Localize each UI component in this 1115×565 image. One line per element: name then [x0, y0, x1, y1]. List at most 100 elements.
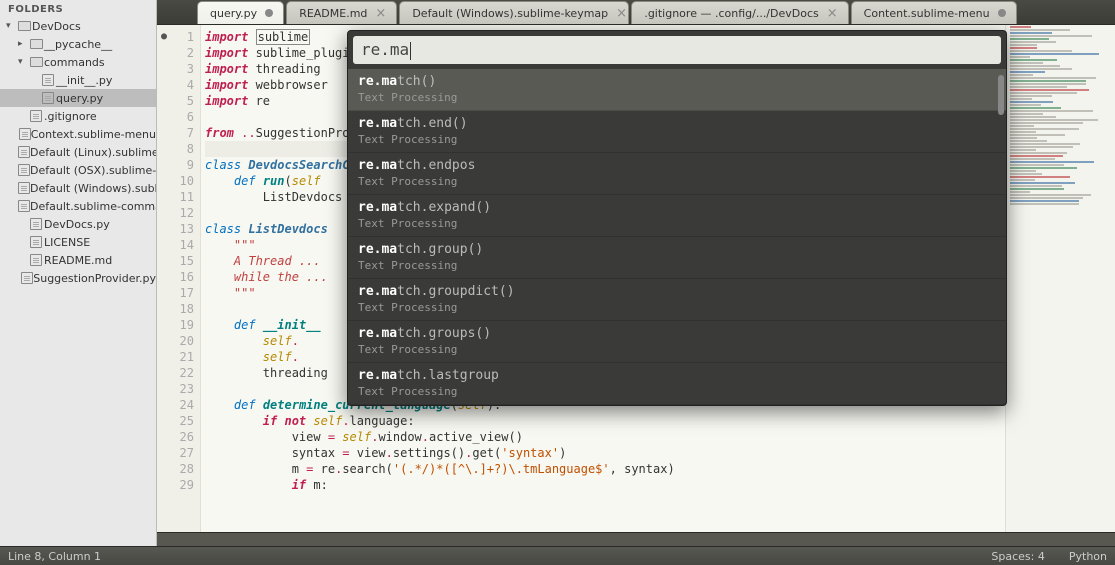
quick-panel-item-subtitle: Text Processing — [358, 385, 996, 398]
line-number: 29 — [157, 477, 194, 493]
line-number: 16 — [157, 269, 194, 285]
line-number: 6 — [157, 109, 194, 125]
tree-label: LICENSE — [44, 236, 90, 249]
status-indent[interactable]: Spaces: 4 — [991, 550, 1044, 563]
line-number: 9 — [157, 157, 194, 173]
file-Context.sublime-menu[interactable]: Context.sublime-menu — [0, 125, 156, 143]
editor-body: 1234567891011121314151617181920212223242… — [157, 25, 1115, 532]
file-icon — [18, 146, 30, 158]
line-number: 4 — [157, 77, 194, 93]
quick-panel-item[interactable]: re.match.group()Text Processing — [348, 237, 1006, 279]
file-DevDocs.py[interactable]: DevDocs.py — [0, 215, 156, 233]
file-README.md[interactable]: README.md — [0, 251, 156, 269]
tree-label: Default (Linux).sublime-keymap — [30, 146, 156, 159]
file-icon — [19, 128, 31, 140]
dirty-indicator-icon — [998, 9, 1006, 17]
line-gutter: 1234567891011121314151617181920212223242… — [157, 25, 201, 532]
disclosure-arrow-icon[interactable]: ▾ — [6, 21, 16, 31]
file-query.py[interactable]: query.py — [0, 89, 156, 107]
quick-panel-item-subtitle: Text Processing — [358, 91, 996, 104]
tree-label: Default (Windows).sublime-keymap — [30, 182, 156, 195]
tab-default-windows-sublime-keymap[interactable]: Default (Windows).sublime-keymap× — [399, 1, 629, 24]
sidebar-header: FOLDERS — [0, 0, 156, 17]
horizontal-scrollbar[interactable] — [157, 532, 1115, 546]
code-line[interactable]: m = re.search('(.*/)*([^\.]+?)\.tmLangua… — [205, 461, 1005, 477]
tab-label: Content.sublime-menu — [864, 7, 990, 20]
file-SuggestionProvider.py[interactable]: SuggestionProvider.py — [0, 269, 156, 287]
status-syntax[interactable]: Python — [1069, 550, 1107, 563]
folder-__pycache__[interactable]: ▸__pycache__ — [0, 35, 156, 53]
line-number: 20 — [157, 333, 194, 349]
code-line[interactable]: syntax = view.settings().get('syntax') — [205, 445, 1005, 461]
quick-panel-item-subtitle: Text Processing — [358, 259, 996, 272]
file-icon — [18, 182, 30, 194]
close-icon[interactable]: × — [616, 7, 627, 20]
tab-label: query.py — [210, 7, 257, 20]
folder-commands[interactable]: ▾ commands — [0, 53, 156, 71]
line-number: 14 — [157, 237, 194, 253]
file-.gitignore[interactable]: .gitignore — [0, 107, 156, 125]
line-number: 24 — [157, 397, 194, 413]
file-Default (OSX).sublime-keymap[interactable]: Default (OSX).sublime-keymap — [0, 161, 156, 179]
line-number: 18 — [157, 301, 194, 317]
quick-panel-item[interactable]: re.match.groupdict()Text Processing — [348, 279, 1006, 321]
file-Default (Linux).sublime-keymap[interactable]: Default (Linux).sublime-keymap — [0, 143, 156, 161]
line-number: 11 — [157, 189, 194, 205]
line-number: 10 — [157, 173, 194, 189]
folder-DevDocs[interactable]: ▾ DevDocs — [0, 17, 156, 35]
close-icon[interactable]: × — [375, 7, 386, 20]
disclosure-arrow-icon[interactable]: ▾ — [18, 57, 28, 67]
folder-icon — [16, 21, 32, 31]
tree-label: .gitignore — [44, 110, 97, 123]
file-icon — [28, 218, 44, 230]
line-number: 17 — [157, 285, 194, 301]
line-number: 12 — [157, 205, 194, 221]
disclosure-arrow-icon[interactable]: ▸ — [18, 39, 28, 49]
file-__init__.py[interactable]: __init__.py — [0, 71, 156, 89]
file-tree: ▾ DevDocs ▸__pycache__ ▾ commands __init__.py… — [0, 17, 156, 287]
quick-panel-item[interactable]: re.match.endpos Text Processing — [348, 153, 1006, 195]
quick-panel-scrollbar[interactable] — [998, 75, 1004, 115]
code-line[interactable]: if not self.language: — [205, 413, 1005, 429]
quick-panel-item[interactable]: re.match.end()Text Processing — [348, 111, 1006, 153]
file-Default (Windows).sublime-keymap[interactable]: Default (Windows).sublime-keymap — [0, 179, 156, 197]
tree-label: DevDocs — [32, 20, 81, 33]
tab--gitignore-config-devdocs[interactable]: .gitignore — .config/.../DevDocs × — [631, 1, 848, 24]
line-number: 13 — [157, 221, 194, 237]
line-number: 25 — [157, 413, 194, 429]
minimap[interactable] — [1005, 25, 1115, 532]
tab-content-sublime-menu[interactable]: Content.sublime-menu — [851, 1, 1017, 24]
line-number: 7 — [157, 125, 194, 141]
quick-panel-query: re.ma — [361, 40, 409, 59]
tab-label: .gitignore — .config/.../DevDocs — [644, 7, 818, 20]
tab-readme-md[interactable]: README.md× — [286, 1, 397, 24]
quick-panel-item[interactable]: re.match.expand()Text Processing — [348, 195, 1006, 237]
tree-label: commands — [44, 56, 105, 69]
dirty-indicator-icon — [265, 9, 273, 17]
code-line[interactable]: view = self.window.active_view() — [205, 429, 1005, 445]
line-number: 15 — [157, 253, 194, 269]
editor-area: query.py README.md×Default (Windows).subl… — [157, 0, 1115, 546]
tab-bar: query.py README.md×Default (Windows).subl… — [157, 0, 1115, 25]
quick-panel-item-title: re.match() — [358, 74, 996, 89]
quick-panel-input[interactable]: re.ma — [353, 36, 1001, 64]
line-number: 21 — [157, 349, 194, 365]
quick-panel-item-title: re.match.groups() — [358, 326, 996, 341]
file-icon — [28, 254, 44, 266]
code-line[interactable]: if m: — [205, 477, 1005, 493]
tree-label: Context.sublime-menu — [31, 128, 156, 141]
line-number: 23 — [157, 381, 194, 397]
quick-panel-item[interactable]: re.match.groups()Text Processing — [348, 321, 1006, 363]
line-number: 8 — [157, 141, 194, 157]
line-number: 2 — [157, 45, 194, 61]
file-Default.sublime-commands[interactable]: Default.sublime-commands — [0, 197, 156, 215]
quick-panel-item[interactable]: re.match() Text Processing — [348, 69, 1006, 111]
code-view[interactable]: re.ma re.match()Text Processingre.match.… — [201, 25, 1005, 532]
quick-panel-item-title: re.match.expand() — [358, 200, 996, 215]
quick-panel-item[interactable]: re.match.lastgroupText Processing — [348, 363, 1006, 405]
file-LICENSE[interactable]: LICENSE — [0, 233, 156, 251]
close-icon[interactable]: × — [827, 7, 838, 20]
tab-query-py[interactable]: query.py — [197, 1, 284, 24]
quick-panel-item-title: re.match.endpos — [358, 158, 996, 173]
quick-panel-item-subtitle: Text Processing — [358, 175, 996, 188]
